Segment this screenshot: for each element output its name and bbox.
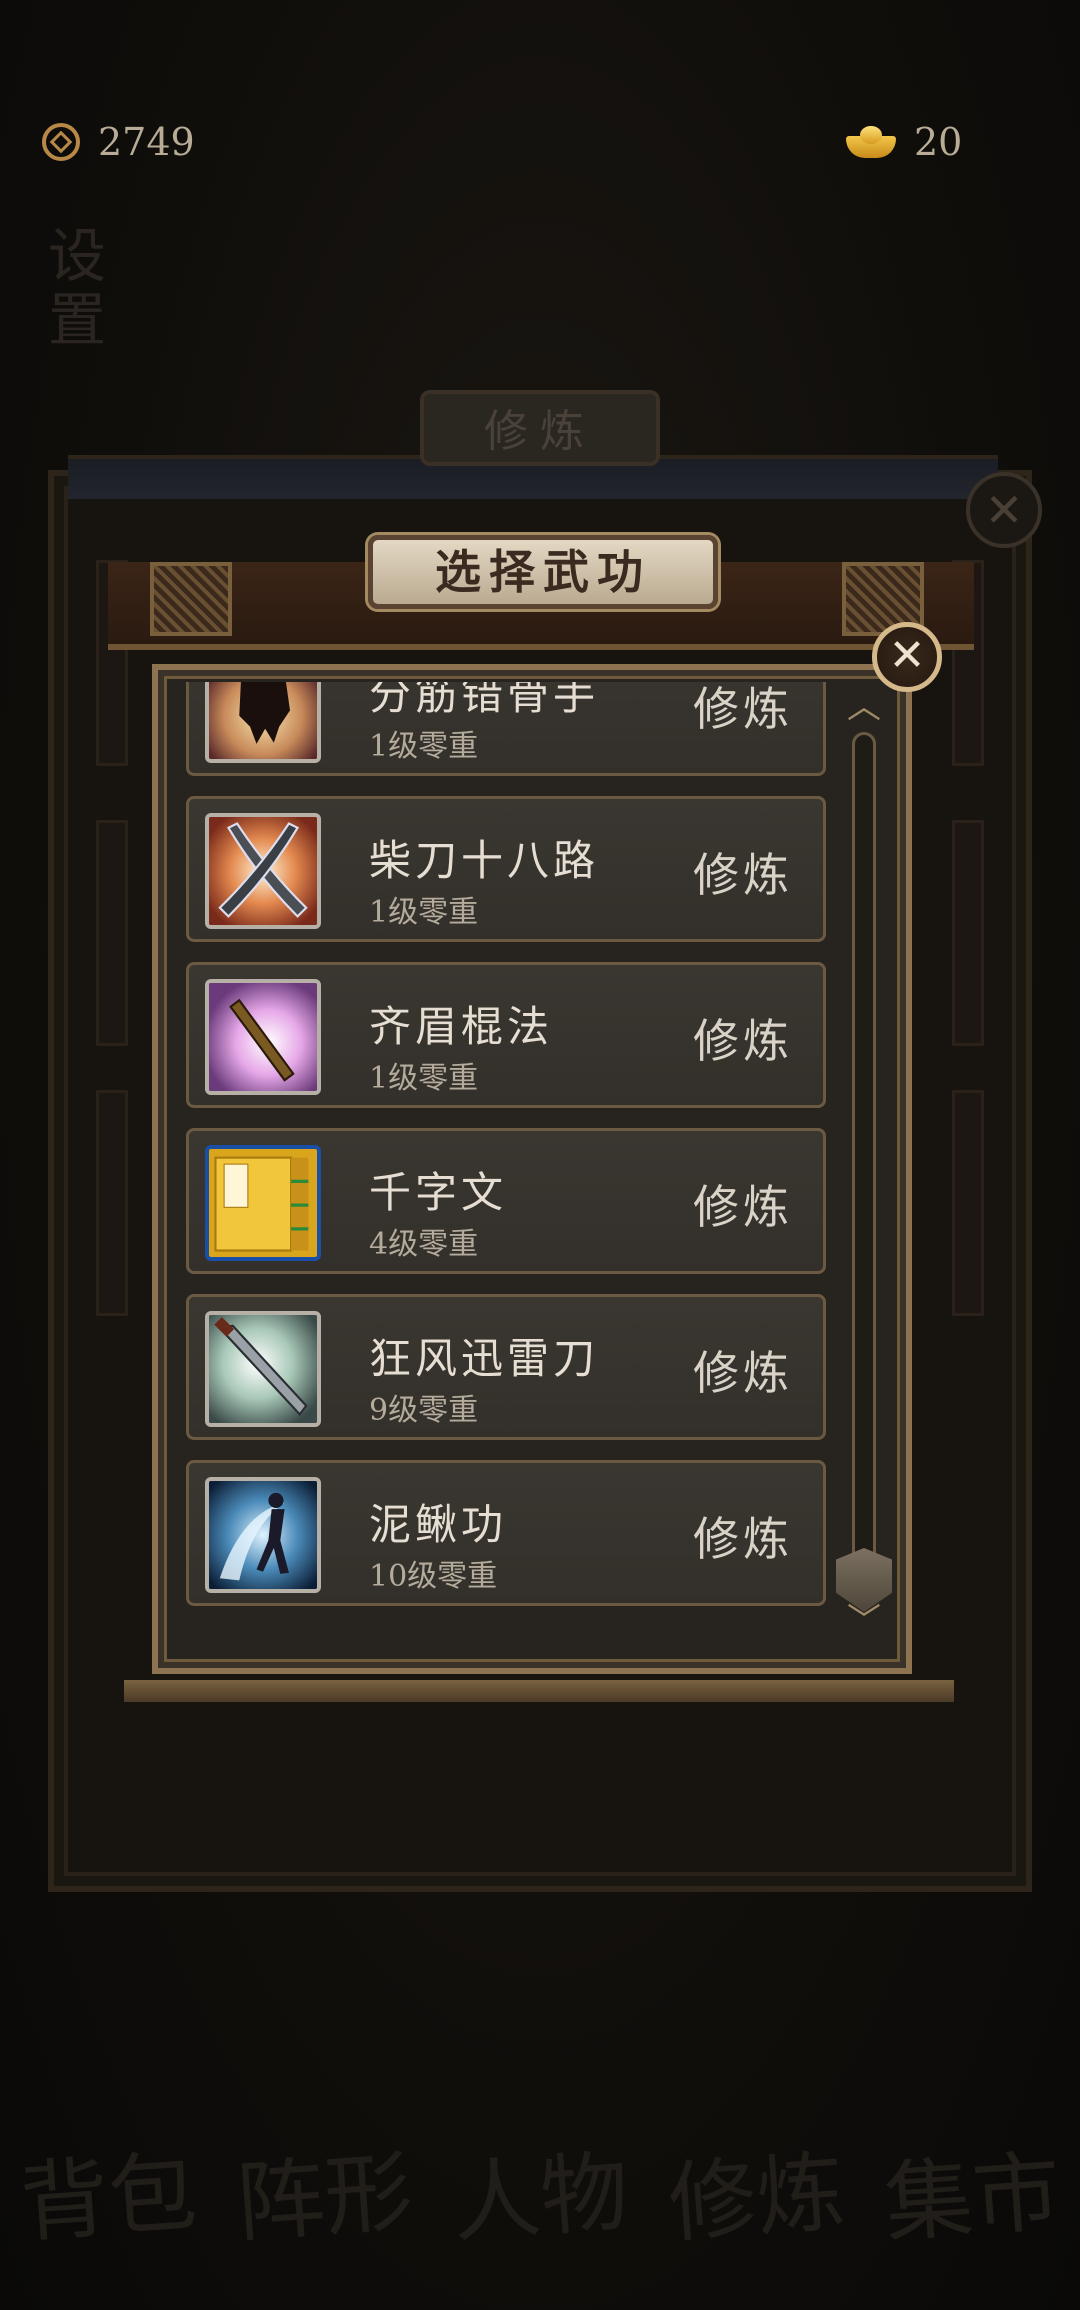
skill-list: 分筋错骨手 1级零重 修炼 柴刀十八路 1级零重 修炼 齐眉棍法 1级零重 修炼…: [186, 682, 830, 1626]
fist-icon: [205, 682, 321, 763]
train-button[interactable]: 修炼: [693, 1337, 793, 1403]
skill-level: 1级零重: [369, 1061, 479, 1096]
skill-row: 柴刀十八路 1级零重 修炼: [186, 796, 826, 942]
coin-counter: 2749: [42, 112, 195, 172]
skill-row: 千字文 4级零重 修炼: [186, 1128, 826, 1274]
pillar-decoration: [952, 1090, 984, 1316]
skill-level: 1级零重: [369, 895, 479, 930]
train-button[interactable]: 修炼: [693, 1503, 793, 1569]
skill-row: 分筋错骨手 1级零重 修炼: [186, 682, 826, 776]
train-button[interactable]: 修炼: [693, 1005, 793, 1071]
scrollbar-track[interactable]: [852, 732, 876, 1602]
training-panel-close-icon[interactable]: ✕: [966, 472, 1042, 548]
coin-amount: 2749: [98, 120, 195, 164]
skill-row: 齐眉棍法 1级零重 修炼: [186, 962, 826, 1108]
skill-row: 狂风迅雷刀 9级零重 修炼: [186, 1294, 826, 1440]
dialog-base: [124, 1680, 954, 1702]
bottom-nav: 背包 阵形 人物 修炼 集市: [0, 2090, 1080, 2290]
skill-name: 齐眉棍法: [369, 1002, 554, 1051]
skill-name: 千字文: [369, 1168, 508, 1217]
skill-name: 泥鳅功: [369, 1500, 508, 1549]
eave-ornament-left: [150, 562, 232, 636]
train-button[interactable]: 修炼: [693, 682, 793, 739]
skill-level: 1级零重: [369, 729, 479, 764]
dialog-title: 选择武功: [368, 535, 718, 609]
training-panel-title: 修炼: [420, 390, 660, 466]
skill-name: 分筋错骨手: [369, 682, 600, 719]
skill-level: 9级零重: [369, 1393, 479, 1428]
skill-name: 狂风迅雷刀: [369, 1334, 600, 1383]
screen: 2749 20 设置 背包 阵形 人物 修炼 集市 修炼 ✕ 选择武功 ✕ 分筋…: [0, 0, 1080, 2310]
settings-button[interactable]: 设置: [30, 225, 114, 353]
copper-coin-icon: [42, 123, 80, 161]
book-icon: [205, 1145, 321, 1261]
pillar-decoration: [96, 1090, 128, 1316]
skill-level: 10级零重: [369, 1559, 498, 1594]
nav-item-character[interactable]: 人物: [448, 2121, 632, 2260]
scroll-down-icon[interactable]: ﹀: [844, 1604, 884, 1638]
gold-amount: 20: [914, 120, 963, 164]
staff-icon: [205, 979, 321, 1095]
saber-icon: [205, 1311, 321, 1427]
train-button[interactable]: 修炼: [693, 839, 793, 905]
crossed-blades-icon: [205, 813, 321, 929]
scroll-up-icon[interactable]: ︿: [844, 690, 884, 724]
skill-row: 泥鳅功 10级零重 修炼: [186, 1460, 826, 1606]
gold-ingot-icon: [846, 126, 896, 158]
nav-item-market[interactable]: 集市: [880, 2121, 1064, 2260]
skill-level: 4级零重: [369, 1227, 479, 1262]
nav-item-training[interactable]: 修炼: [664, 2121, 848, 2260]
skill-name: 柴刀十八路: [369, 836, 600, 885]
nav-item-formation[interactable]: 阵形: [232, 2121, 416, 2260]
close-icon[interactable]: ✕: [872, 622, 942, 692]
pillar-decoration: [952, 820, 984, 1046]
dodging-figure-icon: [205, 1477, 321, 1593]
gold-counter: 20: [846, 112, 962, 172]
nav-item-bag[interactable]: 背包: [16, 2121, 200, 2260]
skill-list-viewport[interactable]: 分筋错骨手 1级零重 修炼 柴刀十八路 1级零重 修炼 齐眉棍法 1级零重 修炼…: [186, 682, 830, 1654]
train-button[interactable]: 修炼: [693, 1171, 793, 1237]
pillar-decoration: [96, 820, 128, 1046]
